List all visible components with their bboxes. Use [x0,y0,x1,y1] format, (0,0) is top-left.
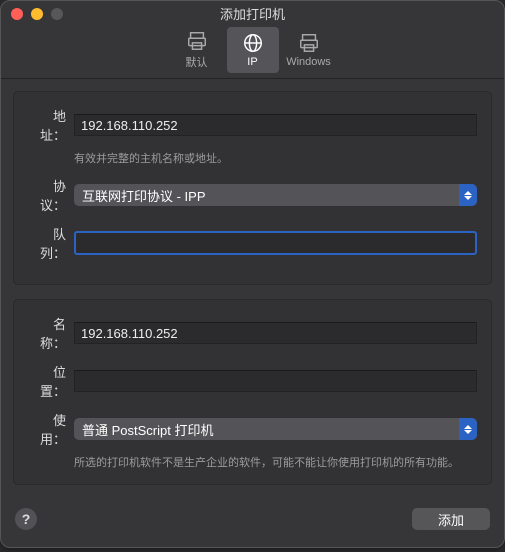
connection-panel: 地址： 有效并完整的主机名称或地址。 协议： 互联网打印协议 - IPP 队列： [13,91,492,285]
help-icon: ? [22,511,31,527]
location-label: 位置： [28,362,74,400]
globe-icon [242,32,264,54]
tab-default-label: 默认 [186,54,208,70]
footer: ? 添加 [1,497,504,547]
content: 地址： 有效并完整的主机名称或地址。 协议： 互联网打印协议 - IPP 队列：… [1,79,504,497]
printer-icon [186,30,208,52]
help-button[interactable]: ? [15,508,37,530]
windows-printer-icon [298,32,320,54]
queue-label: 队列： [28,224,74,262]
toolbar: 默认 IP Windows [1,25,504,79]
minimize-window-button[interactable] [31,8,43,20]
add-printer-window: 添加打印机 默认 IP Windows [0,0,505,548]
tab-windows-label: Windows [286,56,331,68]
address-input[interactable] [74,114,477,136]
address-label: 地址： [28,106,74,144]
use-hint: 所选的打印机软件不是生产企业的软件，可能不能让你使用打印机的所有功能。 [74,454,459,470]
chevron-up-down-icon [459,184,477,206]
window-title: 添加打印机 [9,4,496,23]
tab-ip[interactable]: IP [227,27,279,73]
close-window-button[interactable] [11,8,23,20]
titlebar: 添加打印机 [1,1,504,25]
protocol-label: 协议： [28,176,74,214]
fullscreen-window-button [51,8,63,20]
info-panel: 名称： 位置： 使用： 普通 PostScript 打印机 所选的打印机软件不是… [13,299,492,485]
tab-ip-label: IP [247,56,257,68]
use-value: 普通 PostScript 打印机 [82,420,213,439]
chevron-up-down-icon [459,418,477,440]
protocol-value: 互联网打印协议 - IPP [82,186,206,205]
traffic-lights [11,8,63,20]
use-select[interactable]: 普通 PostScript 打印机 [74,418,477,440]
protocol-select[interactable]: 互联网打印协议 - IPP [74,184,477,206]
address-hint: 有效并完整的主机名称或地址。 [74,150,228,166]
use-label: 使用： [28,410,74,448]
name-input[interactable] [74,322,477,344]
name-label: 名称： [28,314,74,352]
location-input[interactable] [74,370,477,392]
add-button[interactable]: 添加 [412,508,490,530]
tab-default[interactable]: 默认 [171,27,223,73]
add-button-label: 添加 [438,510,464,529]
queue-input[interactable] [74,231,477,255]
tab-windows[interactable]: Windows [283,27,335,73]
